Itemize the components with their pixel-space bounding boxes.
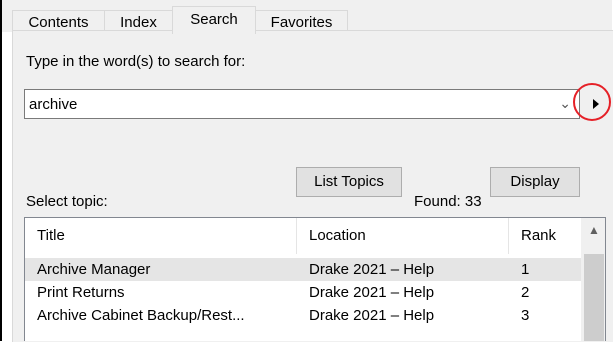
column-header-rank[interactable]: Rank [509,218,581,254]
chevron-down-icon[interactable]: ⌄ [559,95,571,112]
search-go-button[interactable] [584,92,606,116]
row-title: Archive Cabinet Backup/Rest... [37,307,245,324]
found-count-label: Found: 33 [414,193,482,210]
tab-search[interactable]: Search [172,6,256,34]
display-button[interactable]: Display [490,167,580,197]
row-rank: 1 [521,261,530,278]
row-location: Drake 2021 – Help [309,307,435,324]
search-query-text: archive [29,96,78,113]
row-rank: 3 [521,307,530,324]
results-scrollbar[interactable]: ▲ [581,218,605,341]
search-input[interactable]: archive ⌄ [24,89,580,119]
scroll-up-icon[interactable]: ▲ [582,218,605,242]
list-topics-button[interactable]: List Topics [296,167,402,197]
scrollbar-thumb[interactable] [584,254,604,341]
table-row[interactable]: Archive Cabinet Backup/Rest... Drake 202… [25,304,581,327]
row-rank: 2 [521,284,530,301]
select-topic-label: Select topic: [26,193,108,210]
row-title: Print Returns [37,284,125,301]
search-prompt-label: Type in the word(s) to search for: [26,53,246,70]
table-row[interactable]: Print Returns Drake 2021 – Help 2 [25,281,581,304]
row-location: Drake 2021 – Help [309,261,435,278]
results-header: Title Location Rank [25,218,581,254]
column-header-location[interactable]: Location [297,218,509,254]
table-row[interactable]: Archive Manager Drake 2021 – Help 1 [25,258,581,281]
row-title: Archive Manager [37,261,151,278]
play-arrow-icon [593,99,599,109]
column-header-title[interactable]: Title [25,218,297,254]
results-list: Title Location Rank Archive Manager Drak… [24,217,606,341]
row-location: Drake 2021 – Help [309,284,435,301]
